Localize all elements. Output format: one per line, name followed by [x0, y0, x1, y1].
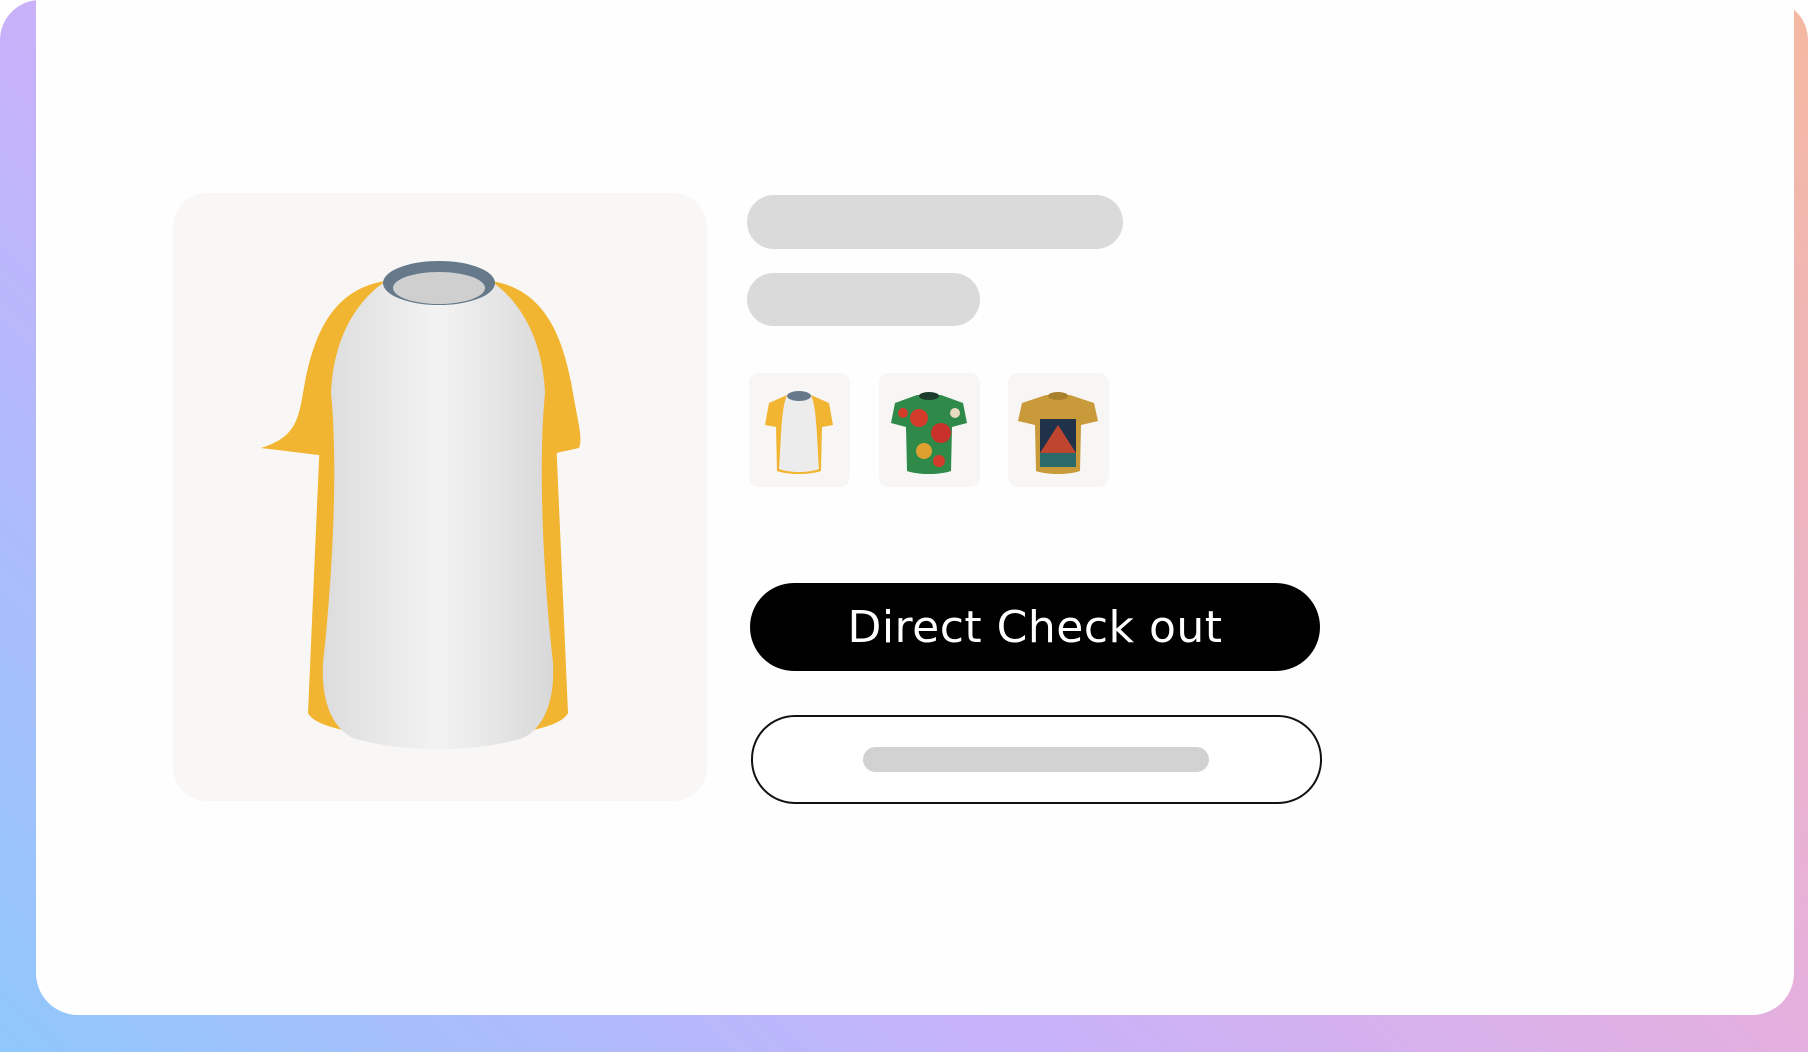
- product-main-image: [173, 193, 707, 801]
- thumbnail-raglan-tshirt[interactable]: [749, 373, 850, 487]
- secondary-action-button[interactable]: [751, 715, 1322, 804]
- direct-checkout-button[interactable]: Direct Check out: [750, 583, 1320, 671]
- product-title-placeholder: [747, 195, 1123, 249]
- mountain-tshirt-icon: [1018, 392, 1098, 474]
- thumbnail-mountain-tshirt[interactable]: [1008, 373, 1109, 487]
- tropical-tshirt-icon: [891, 392, 967, 474]
- product-price-placeholder: [747, 273, 980, 326]
- tshirt-thumbnail-icon: [765, 391, 833, 474]
- raglan-tshirt-image: [261, 261, 581, 750]
- thumbnail-tropical-tshirt[interactable]: [879, 373, 980, 487]
- secondary-button-label-placeholder: [863, 747, 1209, 772]
- direct-checkout-label: Direct Check out: [847, 601, 1223, 653]
